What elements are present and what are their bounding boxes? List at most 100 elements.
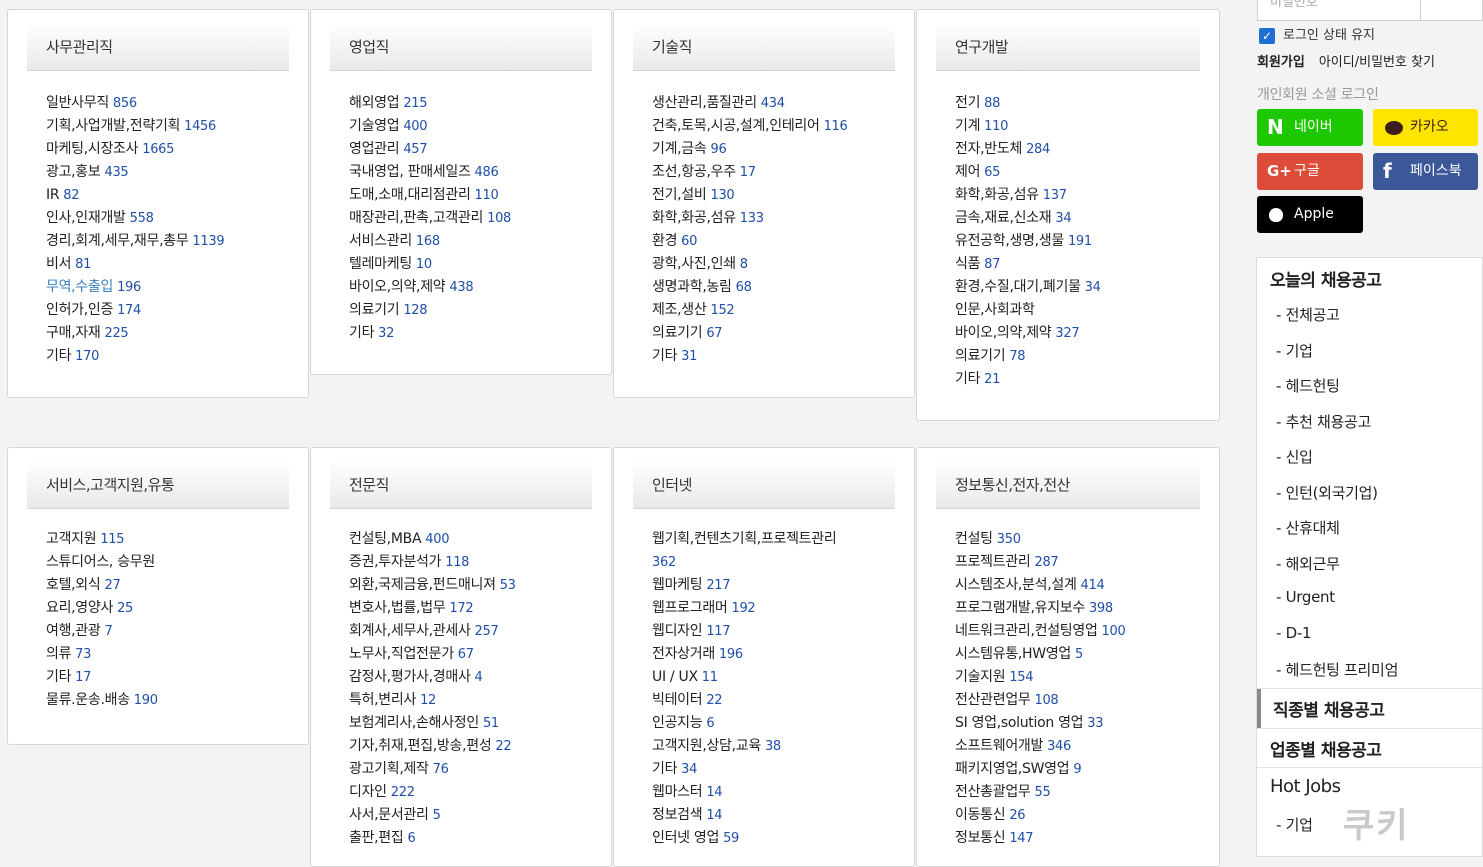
job-category-item[interactable]: 건축,토목,시공,설계,인테리어 116 [652,115,906,138]
google-login-button[interactable]: G+ 구글 [1257,153,1363,190]
job-category-item[interactable]: 마케팅,시장조사 1665 [46,138,300,161]
job-category-item[interactable]: 웹디자인 117 [652,620,874,643]
job-category-item[interactable]: 고객지원,상담,교육 38 [652,735,874,758]
job-category-item[interactable]: 화학,화공,섬유 133 [652,207,906,230]
password-input[interactable]: 비밀번호 [1257,0,1421,21]
job-category-item[interactable]: 생산관리,품질관리 434 [652,92,906,115]
job-category-item[interactable]: 시스템조사,분석,설계 414 [955,574,1211,597]
job-category-item[interactable]: 시스템유통,HW영업 5 [955,643,1211,666]
apple-login-button[interactable]: Apple [1257,196,1363,233]
job-category-item[interactable]: UI / UX 11 [652,666,874,689]
job-category-item[interactable]: 인공지능 6 [652,712,874,735]
job-category-item[interactable]: 금속,재료,신소재 34 [955,207,1211,230]
job-category-item[interactable]: 증권,투자분석가 118 [349,551,603,574]
find-account-link[interactable]: 아이디/비밀번호 찾기 [1319,55,1435,70]
job-category-item[interactable]: 의류 73 [46,643,300,666]
industry-jobs-link[interactable]: 업종별 채용공고 [1270,736,1382,761]
today-jobs-item[interactable]: - 헤드헌팅 프리미엄 [1276,659,1398,680]
today-jobs-item[interactable]: - 신입 [1276,446,1313,467]
job-category-item[interactable]: 제조,생산 152 [652,299,906,322]
job-category-item[interactable]: 전기 88 [955,92,1211,115]
job-type-jobs-link[interactable]: 직종별 채용공고 [1273,696,1385,721]
job-category-item[interactable]: 웹마케팅 217 [652,574,874,597]
job-category-item[interactable]: 구매,자재 225 [46,322,300,345]
job-category-item[interactable]: 기타 21 [955,368,1211,391]
job-category-item[interactable]: 기계,금속 96 [652,138,906,161]
job-category-item[interactable]: 기타 170 [46,345,300,368]
job-category-item[interactable]: 패키지영업,SW영업 9 [955,758,1211,781]
job-category-item[interactable]: 인터넷 영업 59 [652,827,874,850]
job-category-item[interactable]: 텔레마케팅 10 [349,253,603,276]
job-category-item[interactable]: 환경 60 [652,230,906,253]
job-category-item[interactable]: 여행,관광 7 [46,620,300,643]
job-category-item[interactable]: IR 82 [46,184,300,207]
job-category-item[interactable]: 유전공학,생명,생물 191 [955,230,1211,253]
today-jobs-item[interactable]: - 해외근무 [1276,553,1340,574]
job-category-item[interactable]: 식품 87 [955,253,1211,276]
job-category-item[interactable]: 네트워크관리,컨설팅영업 100 [955,620,1211,643]
today-jobs-item[interactable]: - Urgent [1276,588,1335,606]
job-category-item[interactable]: 변호사,법률,법무 172 [349,597,603,620]
kakao-login-button[interactable]: 카카오 [1373,109,1478,146]
job-category-item[interactable]: 보험계리사,손해사정인 51 [349,712,603,735]
job-category-item[interactable]: 기자,취재,편집,방송,편성 22 [349,735,603,758]
job-category-item[interactable]: 빅테이터 22 [652,689,874,712]
job-category-item[interactable]: 의료기기 128 [349,299,603,322]
job-category-item[interactable]: 정보통신 147 [955,827,1211,850]
today-jobs-item[interactable]: - 인턴(외국기업) [1276,482,1378,503]
job-category-item[interactable]: 소프트웨어개발 346 [955,735,1211,758]
job-category-item[interactable]: 바이오,의약,제약 438 [349,276,603,299]
job-category-item[interactable]: 전기,설비 130 [652,184,906,207]
job-category-item[interactable]: 노무사,직업전문가 67 [349,643,603,666]
keep-login-checkbox[interactable]: ✓ 로그인 상태 유지 [1259,24,1375,44]
job-category-item[interactable]: 외환,국제금융,펀드매니져 53 [349,574,603,597]
job-category-item[interactable]: 프로젝트관리 287 [955,551,1211,574]
job-category-item[interactable]: 물류.운송.배송 190 [46,689,300,712]
job-category-item[interactable]: 기타 31 [652,345,906,368]
job-category-item[interactable]: 기술영업 400 [349,115,603,138]
job-category-item[interactable]: 기타 34 [652,758,874,781]
job-category-item[interactable]: 매장관리,판촉,고객관리 108 [349,207,603,230]
today-jobs-item[interactable]: - 전체공고 [1276,304,1340,325]
job-category-item[interactable]: 조선,항공,우주 17 [652,161,906,184]
job-category-item[interactable]: 의료기기 67 [652,322,906,345]
today-jobs-item[interactable]: - 추천 채용공고 [1276,411,1371,432]
job-category-item[interactable]: 프로그램개발,유지보수 398 [955,597,1211,620]
job-category-item[interactable]: 서비스관리 168 [349,230,603,253]
job-category-item[interactable]: 전자,반도체 284 [955,138,1211,161]
job-category-item[interactable]: 전자상거래 196 [652,643,874,666]
job-category-item[interactable]: 전산총괄업무 55 [955,781,1211,804]
login-button[interactable] [1420,0,1483,21]
job-category-item[interactable]: SI 영업,solution 영업 33 [955,712,1211,735]
join-link[interactable]: 회원가입 [1257,55,1305,70]
job-category-item[interactable]: 기계 110 [955,115,1211,138]
job-category-item[interactable]: 웹마스터 14 [652,781,874,804]
job-category-item[interactable]: 기타 32 [349,322,603,345]
job-category-item[interactable]: 광고,홍보 435 [46,161,300,184]
job-category-item[interactable]: 웹기획,컨텐츠기획,프로젝트관리 362 [652,528,874,574]
hot-jobs-item[interactable]: - 기업 [1276,814,1313,835]
today-jobs-title[interactable]: 오늘의 채용공고 [1270,266,1382,291]
job-category-item[interactable]: 바이오,의약,제약 327 [955,322,1211,345]
job-category-item[interactable]: 해외영업 215 [349,92,603,115]
job-category-item[interactable]: 무역,수출입 196 [46,276,300,299]
job-category-item[interactable]: 고객지원 115 [46,528,300,551]
job-category-item[interactable]: 기술지원 154 [955,666,1211,689]
job-category-item[interactable]: 회계사,세무사,관세사 257 [349,620,603,643]
job-category-item[interactable]: 영업관리 457 [349,138,603,161]
job-category-item[interactable]: 정보검색 14 [652,804,874,827]
job-category-item[interactable]: 컨설팅,MBA 400 [349,528,603,551]
job-category-item[interactable]: 사서,문서관리 5 [349,804,603,827]
job-category-item[interactable]: 광학,사진,인쇄 8 [652,253,906,276]
job-category-item[interactable]: 감정사,평가사,경매사 4 [349,666,603,689]
job-category-item[interactable]: 도매,소매,대리점관리 110 [349,184,603,207]
job-category-item[interactable]: 인문,사회과학 [955,299,1211,322]
job-category-item[interactable]: 출판,편집 6 [349,827,603,850]
job-category-item[interactable]: 전산관련업무 108 [955,689,1211,712]
job-category-item[interactable]: 스튜디어스, 승무원 [46,551,300,574]
job-category-item[interactable]: 기획,사업개발,전략기획 1456 [46,115,300,138]
job-category-item[interactable]: 경리,회계,세무,재무,총무 1139 [46,230,300,253]
job-category-item[interactable]: 웹프로그래머 192 [652,597,874,620]
job-category-item[interactable]: 인허가,인증 174 [46,299,300,322]
facebook-login-button[interactable]: f 페이스북 [1373,153,1478,190]
